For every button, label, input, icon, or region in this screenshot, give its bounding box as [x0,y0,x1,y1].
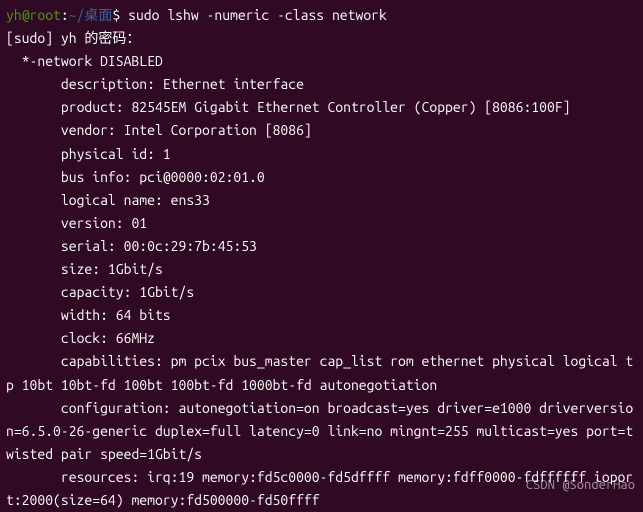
prompt-path: ~/桌面 [69,7,113,23]
capabilities-line: capabilities: pm pcix bus_master cap_lis… [6,350,637,396]
product-line: product: 82545EM Gigabit Ethernet Contro… [6,96,637,119]
network-header-line: *-network DISABLED [6,50,637,73]
clock-line: clock: 66MHz [6,327,637,350]
serial-line: serial: 00:0c:29:7b:45:53 [6,235,637,258]
configuration-line: configuration: autonegotiation=on broadc… [6,397,637,466]
prompt-user: yh [6,7,22,23]
prompt-host: root [30,7,61,23]
physical-id-line: physical id: 1 [6,143,637,166]
description-line: description: Ethernet interface [6,73,637,96]
size-line: size: 1Gbit/s [6,258,637,281]
terminal-prompt-line: yh@root:~/桌面$ sudo lshw -numeric -class … [6,4,637,27]
prompt-at: @ [22,7,30,23]
prompt-colon: : [61,7,69,23]
capacity-line: capacity: 1Gbit/s [6,281,637,304]
prompt-command[interactable]: sudo lshw -numeric -class network [128,7,387,23]
watermark-text: CSDN @SonderHao [526,475,635,496]
logical-name-line: logical name: ens33 [6,189,637,212]
prompt-dollar: $ [112,7,128,23]
width-line: width: 64 bits [6,304,637,327]
version-line: version: 01 [6,212,637,235]
sudo-password-line: [sudo] yh 的密码： [6,27,637,50]
vendor-line: vendor: Intel Corporation [8086] [6,119,637,142]
bus-info-line: bus info: pci@0000:02:01.0 [6,166,637,189]
